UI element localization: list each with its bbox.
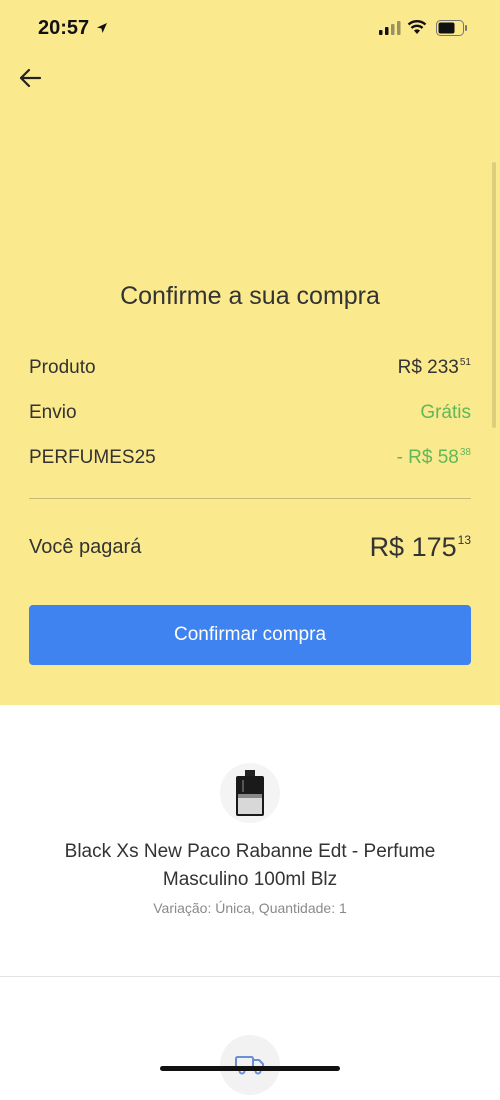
summary-row-coupon: PERFUMES25 - R$ 5838 [29,443,471,473]
perfume-bottle-icon [236,770,264,816]
summary-row-product: Produto R$ 23351 [29,353,471,383]
status-bar: 20:57 [0,0,500,58]
product-label: Produto [29,357,96,378]
shipping-truck-icon [220,1035,280,1095]
confirm-purchase-button[interactable]: Confirmar compra [29,605,471,665]
cellular-signal-icon [379,21,401,35]
coupon-label: PERFUMES25 [29,447,156,468]
shipping-value: Grátis [420,402,471,423]
status-time: 20:57 [38,17,90,39]
product-name: Black Xs New Paco Rabanne Edt - Perfume … [64,841,436,890]
location-arrow-icon [97,23,107,33]
product-thumbnail [220,763,280,823]
battery-icon [436,20,467,36]
coupon-discount: - R$ 5838 [396,447,471,468]
product-variant: Variação: Única, Quantidade: 1 [153,900,347,916]
section-divider [0,976,500,977]
wifi-icon [407,20,427,34]
total-price: R$ 17513 [369,532,471,562]
back-arrow-icon[interactable] [16,64,44,92]
confirm-panel: 20:57 Confirme a sua compra Produto R$ 2… [0,0,500,705]
summary-divider [29,498,471,499]
home-indicator[interactable] [160,1066,340,1071]
total-label: Você pagará [29,536,142,558]
page-title: Confirme a sua compra [120,282,380,310]
summary-row-shipping: Envio Grátis [29,398,471,428]
product-price: R$ 23351 [397,357,471,378]
shipping-label: Envio [29,402,77,423]
